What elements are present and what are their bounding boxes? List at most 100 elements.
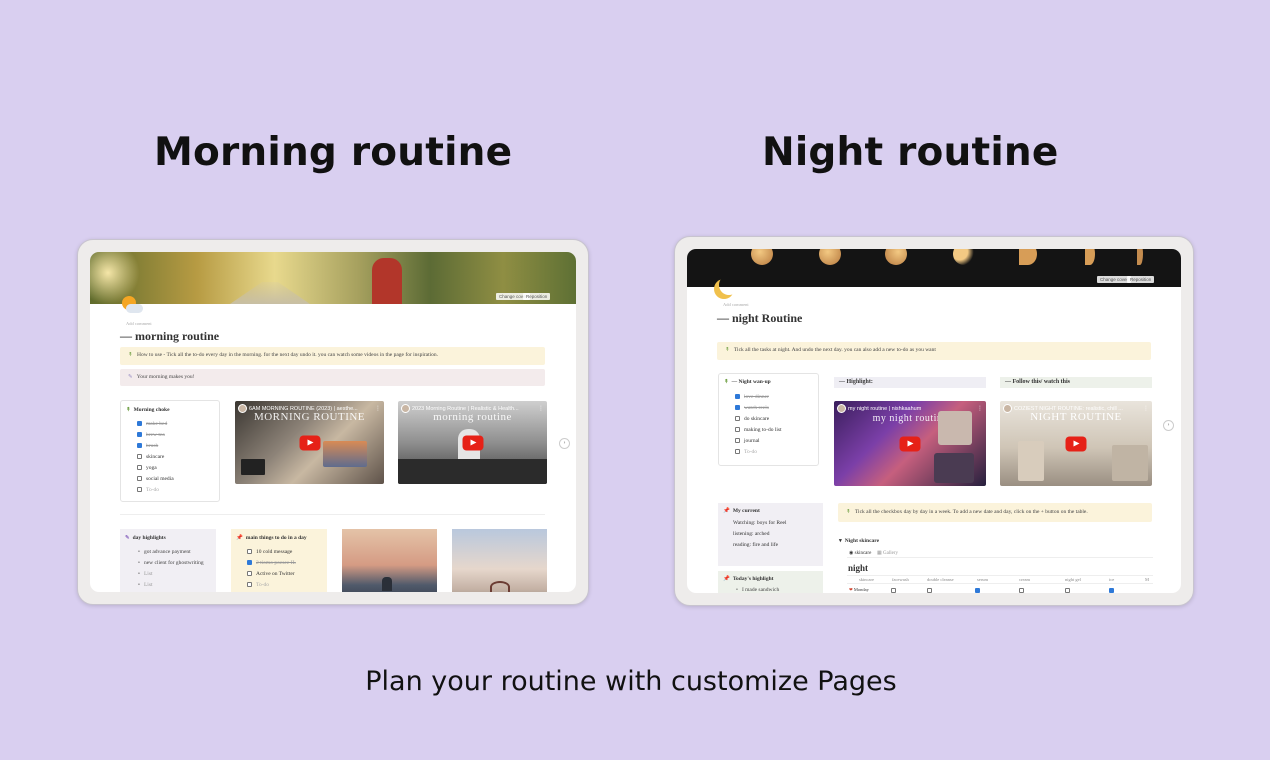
checkbox[interactable] xyxy=(247,549,252,555)
chevron-right-icon[interactable]: › xyxy=(1163,420,1174,431)
checkbox[interactable] xyxy=(735,427,740,433)
checkbox[interactable] xyxy=(735,438,740,444)
sprout-icon: ↟ xyxy=(725,347,730,353)
morning-cover-image: Change cover Reposition xyxy=(90,252,576,304)
morning-screen: Change cover Reposition Add comment — mo… xyxy=(90,252,576,592)
table-callout: ↟ Tick all the checkbox day by day in a … xyxy=(838,503,1152,522)
video-embed[interactable]: NIGHT ROUTINE COZIEST NIGHT ROUTINE: rea… xyxy=(1000,401,1152,486)
checklist-item[interactable]: To-do xyxy=(137,487,159,493)
howto-callout: ↟ How to use - Tick all the to-do every … xyxy=(120,347,545,365)
col-header: facewash xyxy=(892,577,909,582)
col-header: skincare xyxy=(859,577,874,582)
checkbox[interactable] xyxy=(247,560,252,566)
video-title: 6AM MORNING ROUTINE (2023) | aesthe... xyxy=(249,406,358,412)
sun-behind-cloud-icon xyxy=(120,294,144,316)
checkbox[interactable] xyxy=(137,487,142,493)
highlight-header: — Highlight: xyxy=(834,377,986,388)
db-heading: night xyxy=(848,563,869,573)
checklist-item[interactable]: making to-do list xyxy=(735,427,782,433)
main-things-card: 📌 main things to do in a day 10 cold mess… xyxy=(231,529,327,592)
divider xyxy=(120,514,545,515)
night-checklist-card: ↟ — Night wan-up love dinner watch reels … xyxy=(718,373,819,466)
change-cover-button[interactable]: Change cover xyxy=(1097,276,1132,283)
channel-avatar xyxy=(401,404,410,413)
channel-avatar xyxy=(837,404,846,413)
tab-gallery[interactable]: ▦ Gallery xyxy=(877,550,898,556)
checkbox[interactable] xyxy=(137,432,142,438)
reposition-button[interactable]: Reposition xyxy=(1127,276,1155,283)
checkbox[interactable] xyxy=(735,416,740,422)
checkbox[interactable] xyxy=(247,571,252,577)
main-item[interactable]: To-do xyxy=(247,582,269,588)
checklist-item[interactable]: watch reels xyxy=(735,405,769,411)
add-comment-link[interactable]: Add comment xyxy=(126,321,152,326)
day-cell: ❤ Monday xyxy=(849,587,869,592)
highlights-title: ✎ day highlights xyxy=(125,535,166,541)
more-icon[interactable]: ⋮ xyxy=(1143,405,1149,412)
col-header: M xyxy=(1145,577,1150,582)
checkbox[interactable] xyxy=(735,449,740,455)
triangle-down-icon: ▾ xyxy=(839,538,842,544)
night-page-title: — night Routine xyxy=(717,311,803,325)
night-cover-image: Change cover Reposition xyxy=(687,249,1181,287)
checklist-item[interactable]: make bed xyxy=(137,421,167,427)
night-checklist-title: ↟ — Night wan-up xyxy=(724,379,771,385)
checklist-item[interactable]: social media xyxy=(137,476,174,482)
highlight-item: List xyxy=(138,582,153,588)
video-embed[interactable]: my night routine my night routine | nish… xyxy=(834,401,986,486)
morning-tablet: Change cover Reposition Add comment — mo… xyxy=(77,239,589,605)
tagline: Plan your routine with customize Pages xyxy=(365,666,897,697)
checklist-item[interactable]: yoga xyxy=(137,465,157,471)
main-item[interactable]: 2 tiomo poesee IL xyxy=(247,560,296,566)
main-item[interactable]: Active on Twitter xyxy=(247,571,295,577)
video-overlay-text: morning routine xyxy=(433,411,512,423)
reposition-button[interactable]: Reposition xyxy=(523,293,551,300)
checkbox[interactable] xyxy=(137,465,142,471)
video-embed[interactable]: MORNING ROUTINE 6AM MORNING ROUTINE (202… xyxy=(235,401,384,484)
checklist-item[interactable]: do skincare xyxy=(735,416,769,422)
more-icon[interactable]: ⋮ xyxy=(538,405,544,412)
checklist-item[interactable]: journal xyxy=(735,438,760,444)
checkbox[interactable] xyxy=(137,476,142,482)
video-embed[interactable]: morning routine 2023 Morning Routine | R… xyxy=(398,401,547,484)
checklist-item[interactable]: brush xyxy=(137,443,158,449)
play-icon[interactable] xyxy=(299,435,320,450)
checklist-item[interactable]: brew tea xyxy=(137,432,165,438)
checklist-item[interactable]: skincare xyxy=(137,454,164,460)
main-things-title: 📌 main things to do in a day xyxy=(236,535,307,541)
checkbox[interactable] xyxy=(927,588,932,593)
sprout-icon: ↟ xyxy=(724,379,729,385)
seedling-icon: ↟ xyxy=(128,352,133,358)
checklist-item[interactable]: To-do xyxy=(735,449,757,455)
night-screen: Change cover Reposition Add comment — ni… xyxy=(687,249,1181,593)
checkbox[interactable] xyxy=(1019,588,1024,593)
pin-icon: 📌 xyxy=(723,576,730,582)
checkbox[interactable] xyxy=(1109,588,1114,593)
play-icon[interactable] xyxy=(1065,436,1087,451)
pin-icon: 📌 xyxy=(723,508,730,514)
checkbox[interactable] xyxy=(735,405,740,411)
morning-checklist-card: ↟ Morning choke make bed brew tea brush s… xyxy=(120,400,220,502)
more-icon[interactable]: ⋮ xyxy=(977,405,983,412)
checklist-item[interactable]: love dinner xyxy=(735,394,769,400)
checkbox[interactable] xyxy=(735,394,740,400)
main-item[interactable]: 10 cold message xyxy=(247,549,292,555)
checkbox[interactable] xyxy=(1065,588,1070,593)
checkbox[interactable] xyxy=(137,421,142,427)
current-card: 📌 My current Watching: boys for Reel list… xyxy=(718,503,823,566)
highlight-item: List xyxy=(138,571,153,577)
chevron-right-icon[interactable]: › xyxy=(559,438,570,449)
checkbox[interactable] xyxy=(975,588,980,593)
video-title: COZIEST NIGHT ROUTINE: realistic, chill … xyxy=(1014,406,1123,412)
add-comment-link[interactable]: Add comment xyxy=(723,302,749,307)
tab-skincare[interactable]: ◉ skincare xyxy=(849,550,871,556)
play-icon[interactable] xyxy=(899,436,921,451)
checkbox[interactable] xyxy=(891,588,896,593)
play-icon[interactable] xyxy=(462,435,483,450)
checkbox[interactable] xyxy=(137,454,142,460)
skincare-db-toggle[interactable]: ▾ Night skincare xyxy=(839,538,879,544)
checkbox[interactable] xyxy=(247,582,252,588)
morning-page-title: — morning routine xyxy=(120,329,220,343)
more-icon[interactable]: ⋮ xyxy=(375,405,381,412)
checkbox[interactable] xyxy=(137,443,142,449)
